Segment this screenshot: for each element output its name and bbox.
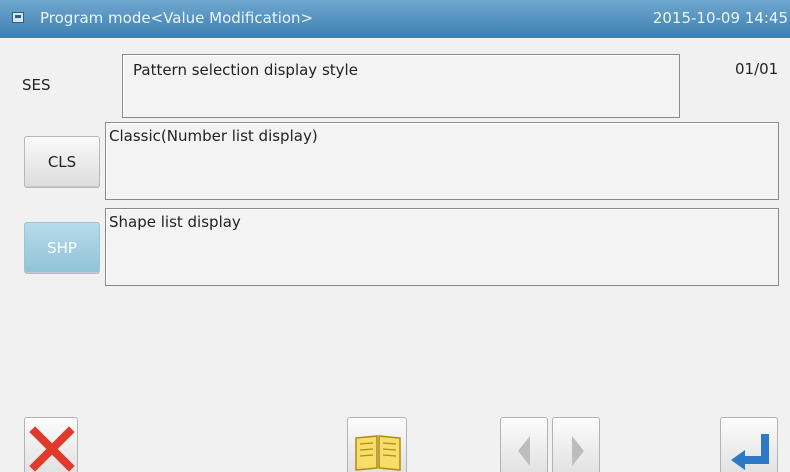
next-button[interactable] (552, 417, 600, 472)
window-title: Program mode<Value Modification> (40, 9, 314, 27)
option-cls-button[interactable]: CLS (24, 136, 100, 188)
cancel-button[interactable] (24, 417, 78, 472)
manual-button[interactable] (347, 417, 407, 472)
arrow-right-icon (572, 436, 584, 466)
book-icon (355, 435, 401, 471)
option-shp-description-box[interactable]: Shape list display (105, 208, 779, 286)
datetime: 2015-10-09 14:45 (652, 9, 788, 27)
arrow-left-icon (518, 436, 530, 466)
app-icon (12, 12, 24, 23)
option-shp-description: Shape list display (109, 213, 241, 231)
parameter-description-box: Pattern selection display style (122, 54, 680, 118)
option-cls-description: Classic(Number list display) (109, 127, 318, 145)
title-bar: Program mode<Value Modification> 2015-10… (0, 0, 790, 38)
enter-button[interactable] (720, 417, 778, 472)
page-indicator: 01/01 (735, 60, 779, 78)
enter-icon (731, 434, 769, 470)
close-icon (29, 426, 75, 472)
parameter-code: SES (22, 76, 51, 94)
parameter-description: Pattern selection display style (133, 61, 358, 79)
previous-button[interactable] (500, 417, 548, 472)
option-shp-button[interactable]: SHP (24, 222, 100, 274)
option-cls-description-box[interactable]: Classic(Number list display) (105, 122, 779, 200)
